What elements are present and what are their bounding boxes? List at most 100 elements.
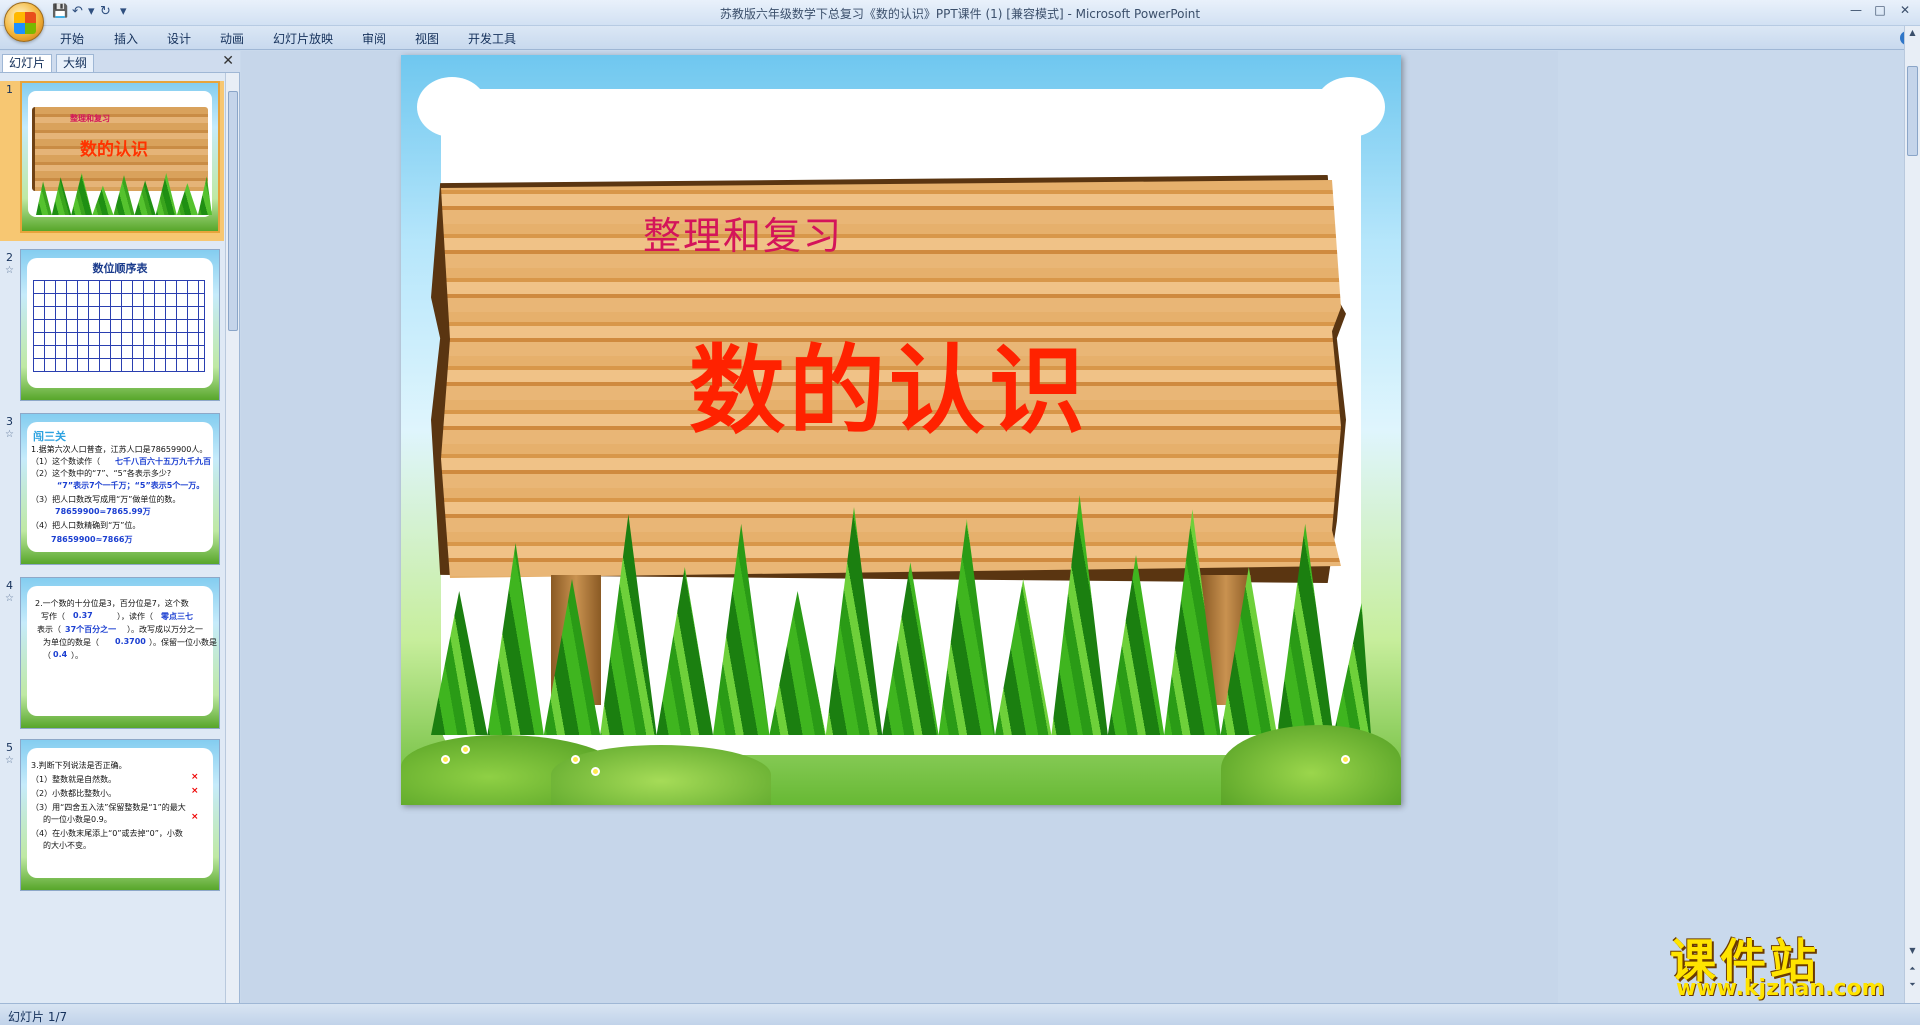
scroll-down-icon[interactable]: ▼ bbox=[1907, 946, 1918, 955]
thumb-line: 1.据第六次人口普查，江苏人口是78659900人。 bbox=[31, 445, 208, 454]
thumb-title: 数的认识 bbox=[80, 140, 148, 160]
slide-number: 5 bbox=[6, 741, 13, 754]
thumb-line: （3）用“四舍五入法”保留整数是“1”的最大 bbox=[31, 803, 186, 812]
animation-star-icon: ☆ bbox=[5, 755, 14, 766]
tab-review[interactable]: 审阅 bbox=[362, 30, 386, 47]
thumb-line: 的一位小数是0.9。 bbox=[43, 815, 112, 824]
thumb-line: （1）整数就是自然数。 bbox=[31, 775, 117, 784]
thumb-line: （4）在小数末尾添上“0”或去掉“0”，小数 bbox=[31, 829, 183, 838]
thumb-heading: 闯三关 bbox=[33, 430, 66, 443]
scroll-up-icon[interactable]: ▲ bbox=[1907, 28, 1918, 37]
slide-number: 2 bbox=[6, 251, 13, 264]
slide-thumbnail-4[interactable]: 4 ☆ 2.一个数的十分位是3，百分位是7，这个数 写作（ 0.37 ），读作（… bbox=[0, 577, 224, 737]
tab-animation[interactable]: 动画 bbox=[220, 30, 244, 47]
animation-star-icon: ☆ bbox=[5, 265, 14, 276]
thumb-line: ），读作（ bbox=[117, 612, 153, 621]
thumb-title: 数位顺序表 bbox=[92, 262, 148, 275]
thumb-line: （2）这个数中的“7”、“5”各表示多少? bbox=[31, 469, 172, 478]
thumb-answer: 七千八百六十五万九千九百 bbox=[115, 457, 211, 466]
wrong-mark: × bbox=[191, 786, 199, 796]
slide-subtitle[interactable]: 整理和复习 bbox=[643, 205, 843, 260]
slide-thumbnail-2[interactable]: 2 ☆ 数位顺序表 bbox=[0, 249, 224, 409]
slide-number: 3 bbox=[6, 415, 13, 428]
thumb-answer: 37个百分之一 bbox=[65, 625, 117, 634]
paper-curl bbox=[1315, 77, 1385, 137]
scroll-thumb[interactable] bbox=[1907, 66, 1918, 156]
slides-panel: 幻灯片 大纲 ✕ 1 整理和复习 数的认识 2 ☆ 数位顺序表 3 ☆ 闯三关 … bbox=[0, 51, 240, 1003]
office-button[interactable] bbox=[4, 2, 44, 42]
panel-close-icon[interactable]: ✕ bbox=[222, 53, 234, 69]
thumb-answer: 78659900=7865.99万 bbox=[55, 507, 151, 516]
tab-home[interactable]: 开始 bbox=[60, 30, 84, 47]
slide-title[interactable]: 数的认识 bbox=[689, 313, 1089, 452]
flower-icon bbox=[1341, 755, 1350, 764]
thumb-line: 3.判断下列说法是否正确。 bbox=[31, 761, 127, 770]
thumb-line: ）。 bbox=[71, 651, 83, 660]
title-bar: 💾 ↶ ▾ ↻ ▾ 苏教版六年级数学下总复习《数的认识》PPT课件 (1) [兼… bbox=[0, 0, 1920, 42]
window-title: 苏教版六年级数学下总复习《数的认识》PPT课件 (1) [兼容模式] - Mic… bbox=[719, 7, 1201, 21]
bush bbox=[551, 745, 771, 805]
current-slide[interactable]: 整理和复习 数的认识 bbox=[401, 55, 1401, 805]
animation-star-icon: ☆ bbox=[5, 593, 14, 604]
tab-design[interactable]: 设计 bbox=[167, 30, 191, 47]
wrong-mark: × bbox=[191, 772, 199, 782]
panel-tabs: 幻灯片 大纲 ✕ bbox=[0, 51, 240, 73]
tab-developer[interactable]: 开发工具 bbox=[468, 30, 516, 47]
tab-view[interactable]: 视图 bbox=[415, 30, 439, 47]
previous-slide-icon[interactable]: ⏶ bbox=[1907, 964, 1918, 974]
next-slide-icon[interactable]: ⏷ bbox=[1907, 980, 1918, 990]
thumb-line: 为单位的数是（ bbox=[43, 638, 99, 647]
place-value-table bbox=[33, 280, 205, 372]
flower-icon bbox=[571, 755, 580, 764]
vertical-scrollbar[interactable]: ▲ ▼ ⏶ ⏷ bbox=[1904, 26, 1920, 1003]
thumb-line: （4）把人口数精确到“万”位。 bbox=[31, 521, 141, 530]
tab-outline[interactable]: 大纲 bbox=[56, 54, 95, 72]
thumbnail-frame: 3.判断下列说法是否正确。 （1）整数就是自然数。 × （2）小数都比整数小。 … bbox=[20, 739, 220, 891]
watermark-url: www.kjzhan.com bbox=[1676, 976, 1885, 1001]
flower-icon bbox=[441, 755, 450, 764]
thumb-line: （1）这个数读作（ bbox=[31, 457, 101, 466]
slide-number: 4 bbox=[6, 579, 13, 592]
thumb-answer: 0.37 bbox=[73, 611, 93, 620]
slide-thumbnail-1[interactable]: 1 整理和复习 数的认识 bbox=[0, 81, 224, 241]
maximize-button[interactable]: □ bbox=[1868, 3, 1892, 21]
flower-icon bbox=[461, 745, 470, 754]
thumbnail-list: 1 整理和复习 数的认识 2 ☆ 数位顺序表 3 ☆ 闯三关 1.据第六次人口普… bbox=[0, 73, 224, 1003]
close-button[interactable]: ✕ bbox=[1893, 3, 1917, 21]
status-bar: 幻灯片 1/7 bbox=[0, 1003, 1920, 1025]
office-logo-icon bbox=[14, 12, 36, 34]
animation-star-icon: ☆ bbox=[5, 429, 14, 440]
paper-curl bbox=[417, 77, 487, 137]
thumb-line: （ bbox=[43, 651, 51, 660]
thumbnail-scrollbar[interactable] bbox=[225, 73, 239, 1003]
slide-thumbnail-5[interactable]: 5 ☆ 3.判断下列说法是否正确。 （1）整数就是自然数。 × （2）小数都比整… bbox=[0, 739, 224, 899]
thumb-line: 2.一个数的十分位是3，百分位是7，这个数 bbox=[35, 599, 189, 608]
tab-slideshow[interactable]: 幻灯片放映 bbox=[273, 30, 333, 47]
wrong-mark: × bbox=[191, 812, 199, 822]
thumbnail-frame: 闯三关 1.据第六次人口普查，江苏人口是78659900人。 （1）这个数读作（… bbox=[20, 413, 220, 565]
slide-counter: 幻灯片 1/7 bbox=[8, 1010, 68, 1024]
thumbnail-frame: 2.一个数的十分位是3，百分位是7，这个数 写作（ 0.37 ），读作（ 零点三… bbox=[20, 577, 220, 729]
thumb-answer: 0.3700 bbox=[115, 637, 146, 646]
thumbnail-frame: 整理和复习 数的认识 bbox=[20, 81, 220, 233]
slide-editor: 整理和复习 数的认识 bbox=[241, 51, 1558, 1003]
thumb-line: ）。改写成以万分之一 bbox=[127, 625, 203, 634]
thumbnail-frame: 数位顺序表 bbox=[20, 249, 220, 401]
slide-number: 1 bbox=[6, 83, 13, 96]
thumb-line: 的大小不变。 bbox=[43, 841, 91, 850]
tab-insert[interactable]: 插入 bbox=[114, 30, 138, 47]
ribbon-tabs: 开始 插入 设计 动画 幻灯片放映 审阅 视图 开发工具 ? bbox=[0, 26, 1920, 50]
scroll-thumb[interactable] bbox=[228, 91, 238, 331]
tab-slides[interactable]: 幻灯片 bbox=[2, 54, 53, 72]
thumb-subtitle: 整理和复习 bbox=[70, 114, 110, 123]
thumb-answer: 0.4 bbox=[53, 650, 68, 659]
thumb-line: 写作（ bbox=[41, 612, 65, 621]
thumb-answer: “7”表示7个一千万；“5”表示5个一万。 bbox=[57, 481, 205, 490]
slide-thumbnail-3[interactable]: 3 ☆ 闯三关 1.据第六次人口普查，江苏人口是78659900人。 （1）这个… bbox=[0, 413, 224, 573]
thumb-answer: 零点三七 bbox=[161, 612, 193, 621]
thumb-line: （3）把人口数改写成用“万”做单位的数。 bbox=[31, 495, 181, 504]
minimize-button[interactable]: — bbox=[1844, 3, 1868, 21]
thumb-answer: 78659900≈7866万 bbox=[51, 535, 133, 544]
flower-icon bbox=[591, 767, 600, 776]
thumb-line: 表示（ bbox=[37, 625, 61, 634]
